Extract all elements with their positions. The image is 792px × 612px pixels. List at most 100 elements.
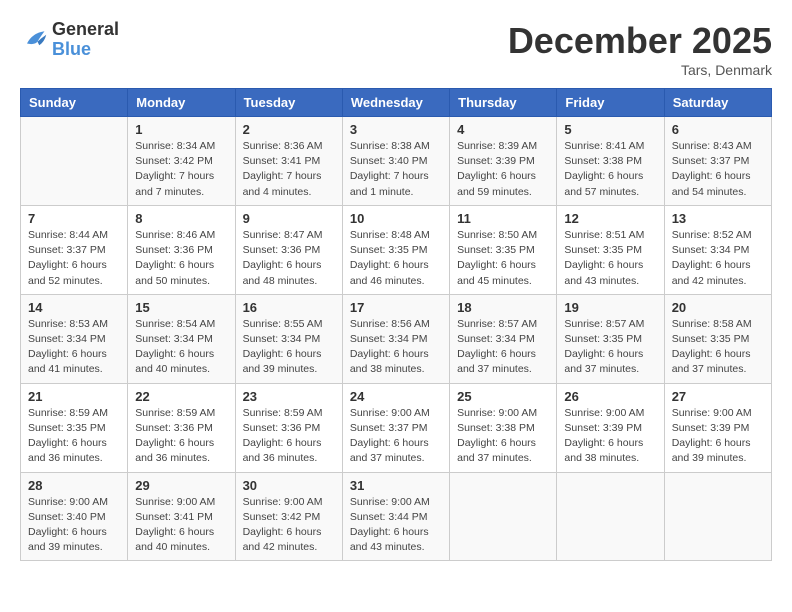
day-number: 1 — [135, 122, 227, 137]
day-number: 23 — [243, 389, 335, 404]
day-number: 27 — [672, 389, 764, 404]
day-info: Sunrise: 8:56 AMSunset: 3:34 PMDaylight:… — [350, 317, 442, 378]
logo-text-line2: Blue — [52, 40, 119, 60]
day-number: 22 — [135, 389, 227, 404]
calendar-day-cell: 28 Sunrise: 9:00 AMSunset: 3:40 PMDayligh… — [21, 472, 128, 561]
day-number: 6 — [672, 122, 764, 137]
calendar-day-cell: 15 Sunrise: 8:54 AMSunset: 3:34 PMDayligh… — [128, 294, 235, 383]
calendar-day-cell: 16Sunrise: 8:55 AMSunset: 3:34 PMDayligh… — [235, 294, 342, 383]
day-info: Sunrise: 8:36 AMSunset: 3:41 PMDaylight:… — [243, 139, 335, 200]
day-info: Sunrise: 9:00 AMSunset: 3:40 PMDaylight:… — [28, 495, 120, 556]
calendar-day-cell: 18Sunrise: 8:57 AMSunset: 3:34 PMDayligh… — [450, 294, 557, 383]
calendar-header-cell: Wednesday — [342, 89, 449, 117]
calendar-header-row: SundayMondayTuesdayWednesdayThursdayFrid… — [21, 89, 772, 117]
calendar-week-row: 1Sunrise: 8:34 AMSunset: 3:42 PMDaylight… — [21, 117, 772, 206]
day-info: Sunrise: 8:59 AMSunset: 3:36 PMDaylight:… — [243, 406, 335, 467]
calendar-day-cell: 11 Sunrise: 8:50 AMSunset: 3:35 PMDayligh… — [450, 205, 557, 294]
day-info: Sunrise: 8:41 AMSunset: 3:38 PMDaylight:… — [564, 139, 656, 200]
day-number: 10 — [350, 211, 442, 226]
calendar-day-cell: 22 Sunrise: 8:59 AMSunset: 3:36 PMDayligh… — [128, 383, 235, 472]
day-info: Sunrise: 8:59 AMSunset: 3:35 PMDaylight:… — [28, 406, 120, 467]
day-info: Sunrise: 8:52 AMSunset: 3:34 PMDaylight:… — [672, 228, 764, 289]
day-number: 30 — [243, 478, 335, 493]
day-number: 15 — [135, 300, 227, 315]
day-number: 28 — [28, 478, 120, 493]
day-number: 7 — [28, 211, 120, 226]
calendar-header-cell: Friday — [557, 89, 664, 117]
calendar-day-cell: 5 Sunrise: 8:41 AMSunset: 3:38 PMDaylight… — [557, 117, 664, 206]
day-info: Sunrise: 8:58 AMSunset: 3:35 PMDaylight:… — [672, 317, 764, 378]
calendar-day-cell — [450, 472, 557, 561]
calendar-day-cell: 31 Sunrise: 9:00 AMSunset: 3:44 PMDayligh… — [342, 472, 449, 561]
day-number: 21 — [28, 389, 120, 404]
calendar-day-cell: 12Sunrise: 8:51 AMSunset: 3:35 PMDayligh… — [557, 205, 664, 294]
day-info: Sunrise: 8:39 AMSunset: 3:39 PMDaylight:… — [457, 139, 549, 200]
day-number: 5 — [564, 122, 656, 137]
calendar-day-cell: 29 Sunrise: 9:00 AMSunset: 3:41 PMDayligh… — [128, 472, 235, 561]
calendar-day-cell: 30 Sunrise: 9:00 AMSunset: 3:42 PMDayligh… — [235, 472, 342, 561]
calendar-day-cell: 20Sunrise: 8:58 AMSunset: 3:35 PMDayligh… — [664, 294, 771, 383]
calendar-day-cell: 10 Sunrise: 8:48 AMSunset: 3:35 PMDayligh… — [342, 205, 449, 294]
day-info: Sunrise: 8:50 AMSunset: 3:35 PMDaylight:… — [457, 228, 549, 289]
day-number: 14 — [28, 300, 120, 315]
calendar-day-cell — [557, 472, 664, 561]
month-title: December 2025 — [508, 20, 772, 62]
calendar-table: SundayMondayTuesdayWednesdayThursdayFrid… — [20, 88, 772, 561]
day-number: 19 — [564, 300, 656, 315]
calendar-day-cell: 27 Sunrise: 9:00 AMSunset: 3:39 PMDayligh… — [664, 383, 771, 472]
day-info: Sunrise: 8:44 AMSunset: 3:37 PMDaylight:… — [28, 228, 120, 289]
calendar-day-cell: 17Sunrise: 8:56 AMSunset: 3:34 PMDayligh… — [342, 294, 449, 383]
calendar-day-cell: 6 Sunrise: 8:43 AMSunset: 3:37 PMDaylight… — [664, 117, 771, 206]
calendar-day-cell — [21, 117, 128, 206]
calendar-day-cell: 26Sunrise: 9:00 AMSunset: 3:39 PMDayligh… — [557, 383, 664, 472]
day-info: Sunrise: 8:59 AMSunset: 3:36 PMDaylight:… — [135, 406, 227, 467]
calendar-header-cell: Thursday — [450, 89, 557, 117]
day-number: 25 — [457, 389, 549, 404]
day-info: Sunrise: 8:48 AMSunset: 3:35 PMDaylight:… — [350, 228, 442, 289]
calendar-week-row: 21 Sunrise: 8:59 AMSunset: 3:35 PMDayligh… — [21, 383, 772, 472]
day-info: Sunrise: 8:55 AMSunset: 3:34 PMDaylight:… — [243, 317, 335, 378]
day-info: Sunrise: 8:57 AMSunset: 3:34 PMDaylight:… — [457, 317, 549, 378]
calendar-day-cell: 13 Sunrise: 8:52 AMSunset: 3:34 PMDayligh… — [664, 205, 771, 294]
calendar-day-cell: 7 Sunrise: 8:44 AMSunset: 3:37 PMDaylight… — [21, 205, 128, 294]
day-number: 4 — [457, 122, 549, 137]
day-number: 13 — [672, 211, 764, 226]
day-info: Sunrise: 9:00 AMSunset: 3:37 PMDaylight:… — [350, 406, 442, 467]
title-section: December 2025 Tars, Denmark — [508, 20, 772, 78]
logo: General Blue — [20, 20, 119, 60]
day-number: 31 — [350, 478, 442, 493]
location: Tars, Denmark — [508, 62, 772, 78]
day-number: 9 — [243, 211, 335, 226]
calendar-body: 1Sunrise: 8:34 AMSunset: 3:42 PMDaylight… — [21, 117, 772, 561]
day-info: Sunrise: 9:00 AMSunset: 3:39 PMDaylight:… — [564, 406, 656, 467]
day-info: Sunrise: 9:00 AMSunset: 3:39 PMDaylight:… — [672, 406, 764, 467]
day-number: 12 — [564, 211, 656, 226]
day-number: 8 — [135, 211, 227, 226]
day-info: Sunrise: 8:38 AMSunset: 3:40 PMDaylight:… — [350, 139, 442, 200]
day-info: Sunrise: 9:00 AMSunset: 3:38 PMDaylight:… — [457, 406, 549, 467]
calendar-day-cell: 1Sunrise: 8:34 AMSunset: 3:42 PMDaylight… — [128, 117, 235, 206]
calendar-day-cell: 25 Sunrise: 9:00 AMSunset: 3:38 PMDayligh… — [450, 383, 557, 472]
day-info: Sunrise: 9:00 AMSunset: 3:42 PMDaylight:… — [243, 495, 335, 556]
day-number: 29 — [135, 478, 227, 493]
calendar-day-cell: 4 Sunrise: 8:39 AMSunset: 3:39 PMDaylight… — [450, 117, 557, 206]
day-info: Sunrise: 8:54 AMSunset: 3:34 PMDaylight:… — [135, 317, 227, 378]
day-number: 24 — [350, 389, 442, 404]
day-info: Sunrise: 9:00 AMSunset: 3:41 PMDaylight:… — [135, 495, 227, 556]
calendar-header-cell: Tuesday — [235, 89, 342, 117]
calendar-week-row: 7 Sunrise: 8:44 AMSunset: 3:37 PMDaylight… — [21, 205, 772, 294]
calendar-day-cell: 19Sunrise: 8:57 AMSunset: 3:35 PMDayligh… — [557, 294, 664, 383]
day-info: Sunrise: 9:00 AMSunset: 3:44 PMDaylight:… — [350, 495, 442, 556]
calendar-day-cell: 21 Sunrise: 8:59 AMSunset: 3:35 PMDayligh… — [21, 383, 128, 472]
calendar-day-cell: 14 Sunrise: 8:53 AMSunset: 3:34 PMDayligh… — [21, 294, 128, 383]
calendar-header-cell: Monday — [128, 89, 235, 117]
day-info: Sunrise: 8:53 AMSunset: 3:34 PMDaylight:… — [28, 317, 120, 378]
calendar-week-row: 14 Sunrise: 8:53 AMSunset: 3:34 PMDayligh… — [21, 294, 772, 383]
day-number: 11 — [457, 211, 549, 226]
calendar-header-cell: Saturday — [664, 89, 771, 117]
day-info: Sunrise: 8:43 AMSunset: 3:37 PMDaylight:… — [672, 139, 764, 200]
calendar-day-cell: 23 Sunrise: 8:59 AMSunset: 3:36 PMDayligh… — [235, 383, 342, 472]
logo-icon — [20, 26, 48, 54]
day-info: Sunrise: 8:47 AMSunset: 3:36 PMDaylight:… — [243, 228, 335, 289]
calendar-header-cell: Sunday — [21, 89, 128, 117]
